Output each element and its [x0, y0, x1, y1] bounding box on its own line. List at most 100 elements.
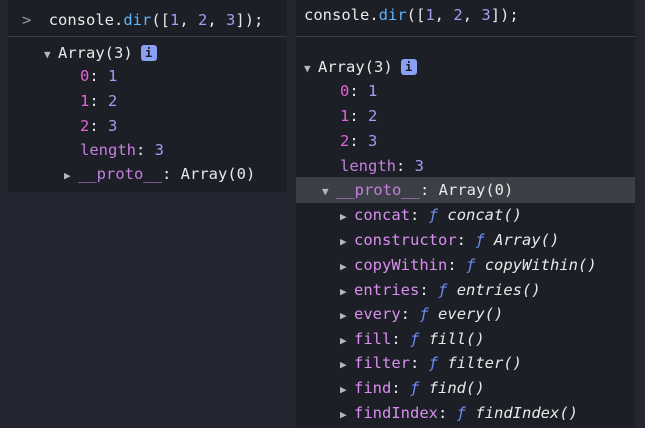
method-row[interactable]: ▶ filter: ƒ filter() — [340, 353, 522, 373]
command-comma: , — [179, 11, 199, 29]
method-signature: every() — [438, 305, 504, 323]
array-entry: 0: 1 — [340, 82, 378, 100]
length-key: length — [340, 157, 396, 175]
array-entry: 2: 3 — [80, 117, 118, 135]
command-arg-3: 3 — [226, 11, 236, 29]
triangle-right-icon[interactable]: ▶ — [340, 306, 354, 326]
command-end: ]); — [490, 6, 519, 24]
info-icon[interactable]: i — [140, 45, 157, 61]
method-key: fill — [354, 330, 392, 348]
method-signature: fill() — [428, 330, 485, 348]
chevron-right-icon: > — [22, 11, 32, 29]
command-end: ]); — [235, 11, 264, 29]
array-entry: 2: 3 — [340, 132, 378, 150]
function-icon: ƒ — [410, 330, 420, 348]
function-icon: ƒ — [410, 379, 420, 397]
proto-node[interactable]: ▶ __proto__: Array(0) — [64, 164, 255, 184]
function-icon: ƒ — [456, 404, 467, 422]
command-arg-2: 2 — [453, 6, 463, 24]
method-row[interactable]: ▶ copyWithin: ƒ copyWithin() — [340, 255, 597, 275]
triangle-down-icon[interactable]: ▼ — [44, 45, 58, 65]
triangle-right-icon[interactable]: ▶ — [340, 355, 354, 375]
method-row[interactable]: ▶ entries: ƒ entries() — [340, 280, 541, 300]
triangle-right-icon[interactable]: ▶ — [340, 331, 354, 351]
entry-value: 2 — [108, 92, 118, 110]
method-key: findIndex — [354, 404, 438, 422]
triangle-right-icon[interactable]: ▶ — [340, 405, 354, 425]
length-property: length: 3 — [80, 141, 165, 159]
command-comma: , — [462, 6, 482, 24]
function-icon: ƒ — [428, 354, 439, 372]
array-node[interactable]: ▼ Array(3) i — [44, 43, 157, 63]
function-icon: ƒ — [466, 256, 476, 274]
method-row[interactable]: ▶ every: ƒ every() — [340, 304, 503, 324]
method-key: concat — [354, 206, 410, 224]
proto-key: __proto__ — [78, 165, 162, 183]
triangle-right-icon[interactable]: ▶ — [340, 207, 354, 227]
entry-key: 1 — [80, 92, 90, 110]
command-arg-1: 1 — [170, 11, 180, 29]
proto-key: __proto__ — [336, 181, 420, 199]
entry-key: 2 — [340, 132, 350, 150]
array-entry: 0: 1 — [80, 67, 118, 85]
entry-key: 0 — [80, 67, 90, 85]
method-row[interactable]: ▶ constructor: ƒ Array() — [340, 230, 559, 250]
length-value: 3 — [414, 157, 425, 175]
array-entry: 1: 2 — [340, 107, 378, 125]
function-icon: ƒ — [438, 281, 448, 299]
array-node[interactable]: ▼ Array(3) i — [304, 57, 417, 77]
entry-value: 2 — [368, 107, 378, 125]
method-signature: Array() — [494, 231, 560, 249]
triangle-down-icon[interactable]: ▼ — [304, 59, 318, 79]
method-signature: find() — [428, 379, 485, 397]
method-signature: concat() — [447, 206, 523, 224]
command-line: console.dir([1, 2, 3]); — [304, 5, 519, 25]
method-signature: copyWithin() — [484, 256, 597, 274]
method-row[interactable]: ▶ findIndex: ƒ findIndex() — [340, 403, 578, 423]
command-arg-3: 3 — [481, 6, 491, 24]
function-icon: ƒ — [419, 305, 429, 323]
method-signature: entries() — [456, 281, 541, 299]
method-row[interactable]: ▶ fill: ƒ fill() — [340, 329, 485, 349]
command-args: ([ — [151, 11, 171, 29]
console-panel-right: console.dir([1, 2, 3]); ▼ Array(3) i 0: 1 … — [296, 0, 635, 428]
method-row[interactable]: ▶ find: ƒ find() — [340, 378, 485, 398]
command-obj: console. — [48, 11, 124, 29]
entry-key: 0 — [340, 82, 350, 100]
command-comma: , — [434, 6, 454, 24]
method-signature: filter() — [447, 354, 523, 372]
command-args: ([ — [406, 6, 426, 24]
function-icon: ƒ — [428, 206, 439, 224]
function-icon: ƒ — [475, 231, 485, 249]
command-comma: , — [207, 11, 227, 29]
array-label: Array(3) — [318, 58, 393, 76]
console-panel-left: > console.dir([1, 2, 3]); ▼ Array(3) i 0: … — [8, 0, 287, 192]
method-row[interactable]: ▶ concat: ƒ concat() — [340, 205, 522, 225]
command-method: dir — [378, 6, 407, 24]
command-line: > console.dir([1, 2, 3]); — [22, 10, 263, 30]
method-key: find — [354, 379, 392, 397]
proto-node[interactable]: ▼ __proto__: Array(0) — [322, 180, 513, 200]
triangle-right-icon[interactable]: ▶ — [340, 380, 354, 400]
info-icon[interactable]: i — [400, 59, 417, 75]
entry-value: 1 — [368, 82, 378, 100]
entry-key: 1 — [340, 107, 350, 125]
triangle-right-icon[interactable]: ▶ — [340, 257, 354, 277]
method-key: copyWithin — [354, 256, 448, 274]
triangle-right-icon[interactable]: ▶ — [64, 166, 78, 186]
command-arg-2: 2 — [198, 11, 208, 29]
entry-value: 3 — [368, 132, 378, 150]
method-key: constructor — [354, 231, 457, 249]
array-label: Array(3) — [58, 44, 133, 62]
entry-value: 1 — [108, 67, 118, 85]
proto-value: Array(0) — [438, 181, 514, 199]
divider — [296, 36, 635, 37]
triangle-right-icon[interactable]: ▶ — [340, 232, 354, 252]
method-key: entries — [354, 281, 420, 299]
command-arg-1: 1 — [425, 6, 435, 24]
triangle-down-icon[interactable]: ▼ — [322, 182, 336, 202]
command-obj: console. — [304, 6, 379, 24]
proto-value: Array(0) — [180, 165, 256, 183]
array-entry: 1: 2 — [80, 92, 118, 110]
triangle-right-icon[interactable]: ▶ — [340, 282, 354, 302]
